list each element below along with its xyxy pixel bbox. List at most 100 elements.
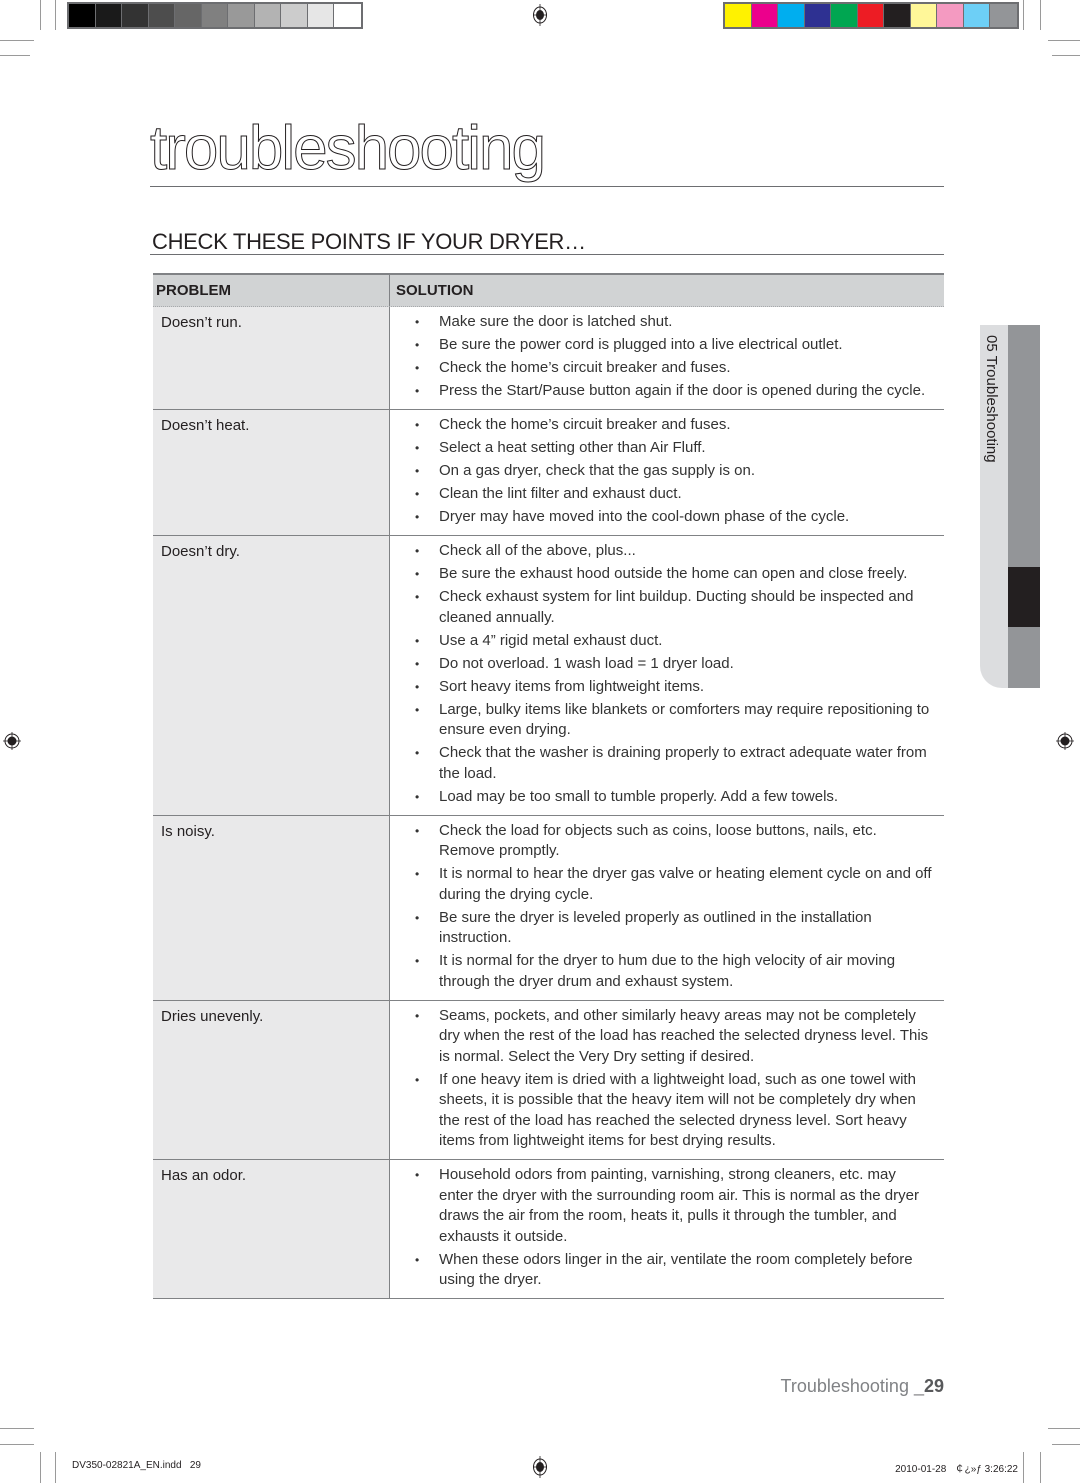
bullet-icon: • (415, 418, 420, 432)
solution-text: Check all of the above, plus... (439, 542, 636, 559)
solution-item: • Use a 4” rigid metal exhaust duct. (415, 631, 932, 652)
table-body: Doesn’t run. • Make sure the door is latch… (153, 307, 944, 1299)
bullet-icon: • (415, 1008, 420, 1023)
page-title: troubleshooting (150, 114, 547, 183)
bullet-icon: • (415, 633, 420, 648)
problem-cell: Doesn’t run. (153, 307, 389, 409)
bullet-icon: • (415, 910, 420, 925)
solution-text: Check the home’s circuit breaker and fus… (439, 359, 731, 376)
solution-text: Use a 4” rigid metal exhaust duct. (439, 631, 663, 649)
section-divider (150, 254, 944, 255)
color-swatch (175, 4, 202, 27)
bullet-icon: • (415, 510, 420, 524)
solution-text: Check exhaust system for lint buildup. D… (439, 588, 914, 626)
registration-mark-icon (1056, 732, 1074, 750)
table-row: Doesn’t heat. • Check the home’s circuit b… (153, 410, 944, 536)
bullet-icon: • (415, 867, 420, 881)
solution-item: • Load may be too small to tumble properl… (415, 787, 932, 808)
crop-mark (0, 1428, 34, 1429)
chapter-tab-strip (1008, 325, 1040, 688)
crop-mark (55, 0, 56, 30)
troubleshooting-table: PROBLEM SOLUTION Doesn’t run. • Make sure … (153, 273, 944, 1299)
crop-mark (1052, 55, 1080, 56)
solution-cell: • Check the load for objects such as coin… (389, 815, 944, 1000)
page-number: 29 (923, 1376, 944, 1396)
solution-cell: • Household odors from painting, varnishi… (389, 1160, 944, 1298)
solution-text: Household odors from painting, varnishin… (439, 1166, 919, 1245)
process-color-bar (723, 2, 1019, 29)
solution-item: • Check the home’s circuit breaker and fu… (415, 358, 932, 379)
bullet-icon: • (415, 679, 420, 694)
solution-item: • Do not overload. 1 wash load = 1 dryer … (415, 654, 932, 675)
crop-mark (40, 0, 41, 30)
solution-text: Large, bulky items like blankets or comf… (439, 700, 930, 739)
bullet-icon: • (415, 789, 420, 804)
solution-item: • Make sure the door is latched shut. (415, 312, 932, 333)
solution-text: Do not overload. 1 wash load = 1 dryer l… (439, 654, 734, 672)
bullet-icon: • (415, 567, 420, 581)
problem-cell: Dries unevenly. (153, 1000, 389, 1159)
color-swatch (937, 4, 964, 27)
bullet-icon: • (415, 746, 420, 760)
footer-section: Troubleshooting _ (780, 1376, 924, 1396)
color-swatch (751, 4, 778, 27)
bullet-icon: • (415, 361, 420, 375)
solution-text: If one heavy item is dried with a lightw… (439, 1070, 916, 1150)
color-swatch (148, 4, 175, 27)
problem-cell: Doesn’t heat. (153, 410, 389, 535)
solution-item: • If one heavy item is dried with a light… (415, 1070, 932, 1152)
solution-text: It is normal for the dryer to hum due to… (439, 952, 896, 990)
solution-cell: • Seams, pockets, and other similarly hea… (389, 1000, 944, 1159)
chapter-tab: 05 Troubleshooting (980, 325, 1040, 688)
solution-text: Sort heavy items from lightweight items. (439, 677, 705, 695)
solution-item: • Check that the washer is draining prope… (415, 743, 932, 784)
crop-mark (1048, 1428, 1080, 1429)
solution-item: • Check all of the above, plus... (415, 541, 932, 562)
solution-text: Seams, pockets, and other similarly heav… (439, 1006, 929, 1065)
chapter-tab-marker (1008, 567, 1040, 627)
crop-mark (55, 1452, 56, 1483)
chapter-tab-label: 05 Troubleshooting (983, 335, 1000, 463)
bullet-icon: • (415, 464, 420, 478)
problem-cell: Doesn’t dry. (153, 536, 389, 815)
solution-text: Be sure the exhaust hood outside the hom… (439, 565, 908, 582)
solution-item: • Sort heavy items from lightweight items… (415, 677, 932, 698)
crop-mark (1040, 0, 1041, 30)
print-slug-timestamp: 2010-01-28 ￠¿»ƒ 3:26:22 (895, 1464, 1018, 1475)
page-footer: Troubleshooting _29 (781, 1376, 944, 1397)
table-row: Doesn’t dry. • Check all of the above, plu… (153, 536, 944, 816)
solution-item: • Be sure the dryer is leveled properly a… (415, 908, 932, 949)
solution-item: • It is normal to hear the dryer gas valv… (415, 864, 932, 905)
color-swatch (857, 4, 884, 27)
table-row: Has an odor. • Household odors from painti… (153, 1160, 944, 1299)
problem-cell: Is noisy. (153, 815, 389, 1000)
color-swatch (778, 4, 805, 27)
registration-mark-icon (533, 1456, 547, 1478)
color-swatch (95, 4, 122, 27)
solution-item: • Select a heat setting other than Air Fl… (415, 438, 932, 459)
color-swatch (281, 4, 308, 27)
registration-mark-icon (3, 732, 21, 750)
bullet-icon: • (415, 441, 420, 455)
solution-text: Select a heat setting other than Air Flu… (439, 439, 706, 456)
crop-mark (1052, 1444, 1080, 1445)
solution-cell: • Check all of the above, plus... • Be sure… (389, 536, 944, 815)
bullet-icon: • (415, 823, 420, 838)
bullet-icon: • (415, 384, 420, 398)
solution-text: Check that the washer is draining proper… (439, 744, 927, 782)
solution-item: • Be sure the power cord is plugged into … (415, 335, 932, 356)
bullet-icon: • (415, 954, 420, 968)
crop-mark (0, 1444, 34, 1445)
solution-item: • Household odors from painting, varnishi… (415, 1165, 932, 1247)
solution-item: • Be sure the exhaust hood outside the ho… (415, 564, 932, 585)
bullet-icon: • (415, 544, 420, 558)
crop-mark (40, 1452, 41, 1483)
table-row: Dries unevenly. • Seams, pockets, and othe… (153, 1000, 944, 1160)
crop-mark (1023, 1452, 1024, 1483)
color-swatch (69, 4, 96, 27)
color-swatch (910, 4, 937, 27)
section-title: CHECK THESE POINTS IF YOUR DRYER… (152, 229, 586, 254)
table-header: PROBLEM SOLUTION (153, 275, 944, 307)
crop-mark (0, 40, 34, 41)
color-swatch (884, 4, 911, 27)
